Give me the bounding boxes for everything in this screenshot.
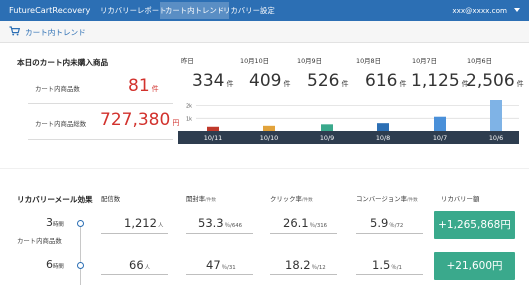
nav-item-recovery-settings[interactable]: リカバリー設定 <box>223 5 275 16</box>
cell-underline <box>101 233 168 234</box>
conversion-rate: 1.5％/1 <box>372 258 402 272</box>
history-date: 10月9日 <box>297 57 322 65</box>
cart-total-label: カート内商品総数 <box>35 120 87 128</box>
header-conversion-rate: コンバージョン率/件数 <box>356 195 418 203</box>
history-date: 10月6日 <box>467 57 492 65</box>
header-click-rate: クリック率/件数 <box>270 195 313 203</box>
chart-bar[interactable] <box>263 125 275 131</box>
open-rate: 53.3％/646 <box>198 216 243 230</box>
timeline-dot <box>77 220 84 227</box>
today-section-title: 本日のカート内未購入商品 <box>17 58 109 67</box>
history-count: 526 件 <box>307 71 349 91</box>
history-count: 1,125 件 <box>411 71 469 91</box>
conversion-rate: 5.9％/72 <box>370 216 404 230</box>
recovery-section-title: リカバリーメール効果 <box>17 195 93 204</box>
cell-underline <box>186 233 253 234</box>
sent-count: 66人 <box>129 258 151 272</box>
divider <box>28 103 173 104</box>
history-date: 10月7日 <box>412 57 437 65</box>
cart-total-value: 727,380 円 <box>100 110 180 130</box>
open-rate: 47％/31 <box>206 258 236 272</box>
page-title: カート内トレンド <box>25 28 86 37</box>
timeline-line <box>80 220 81 285</box>
click-rate: 26.1％/316 <box>283 216 328 230</box>
cart-icon <box>9 26 20 36</box>
chart-bar[interactable] <box>434 116 446 131</box>
chart-x-tick-label: 10/9 <box>320 134 334 142</box>
top-nav-bar: FutureCartRecovery リカバリーレポート カート内トレンド リカ… <box>0 0 529 21</box>
history-date: 昨日 <box>181 57 194 65</box>
click-rate: 18.2％/12 <box>285 258 326 272</box>
cell-underline <box>270 274 337 275</box>
brand-logo[interactable]: FutureCartRecovery <box>9 5 90 15</box>
chart-y-tick-label: 1k <box>186 116 192 122</box>
history-count: 2,506 件 <box>466 71 524 91</box>
chart-x-tick-label: 10/6 <box>489 134 503 142</box>
chart-bar[interactable] <box>377 123 389 131</box>
cart-count-label: カート内商品数 <box>35 85 80 93</box>
chart-y-tick-label: 2k <box>186 104 192 110</box>
cell-underline <box>270 233 337 234</box>
cell-underline <box>186 274 253 275</box>
cell-underline <box>356 274 423 275</box>
cart-items-sublabel: カート内商品数 <box>17 237 62 245</box>
header-open-rate: 開封率/件数 <box>186 195 216 203</box>
chart-bar[interactable] <box>321 124 333 131</box>
cell-underline <box>356 233 423 234</box>
period-label: 6時間 <box>46 258 64 271</box>
chart-axis-band <box>178 131 519 144</box>
section-divider <box>0 168 529 169</box>
header-recovery-amount: リカバリー額 <box>441 195 480 203</box>
cell-underline <box>101 274 168 275</box>
chart-bar[interactable] <box>207 126 219 131</box>
period-label: 3時間 <box>46 216 64 229</box>
timeline-dot <box>77 262 84 269</box>
trend-bar-chart: 2k 1k 10/11 10/10 10/9 10/8 10/7 10/6 <box>178 100 519 144</box>
history-date: 10月10日 <box>240 57 270 65</box>
history-count: 409 件 <box>249 71 291 91</box>
user-account-menu[interactable]: xxx@xxxx.com <box>452 6 507 15</box>
nav-item-cart-trend[interactable]: カート内トレンド <box>160 2 230 19</box>
page-header: カート内トレンド <box>0 21 529 43</box>
sent-count: 1,212人 <box>124 216 164 230</box>
recovery-amount-button[interactable]: +21,600円 <box>434 252 515 280</box>
chart-bar[interactable] <box>490 100 502 131</box>
recovery-amount-button[interactable]: +1,265,868円 <box>434 211 515 239</box>
chevron-down-icon[interactable] <box>514 8 520 12</box>
history-date: 10月8日 <box>356 57 381 65</box>
history-count: 616 件 <box>365 71 407 91</box>
header-sent: 配信数 <box>101 195 121 203</box>
chart-x-tick-label: 10/11 <box>204 134 222 142</box>
chart-x-tick-label: 10/7 <box>433 134 447 142</box>
cart-count-value: 81 件 <box>128 76 159 96</box>
chart-x-tick-label: 10/10 <box>260 134 278 142</box>
chart-x-tick-label: 10/8 <box>376 134 390 142</box>
divider <box>28 139 173 140</box>
history-count: 334 件 <box>192 71 234 91</box>
nav-item-recovery-report[interactable]: リカバリーレポート <box>100 5 167 16</box>
